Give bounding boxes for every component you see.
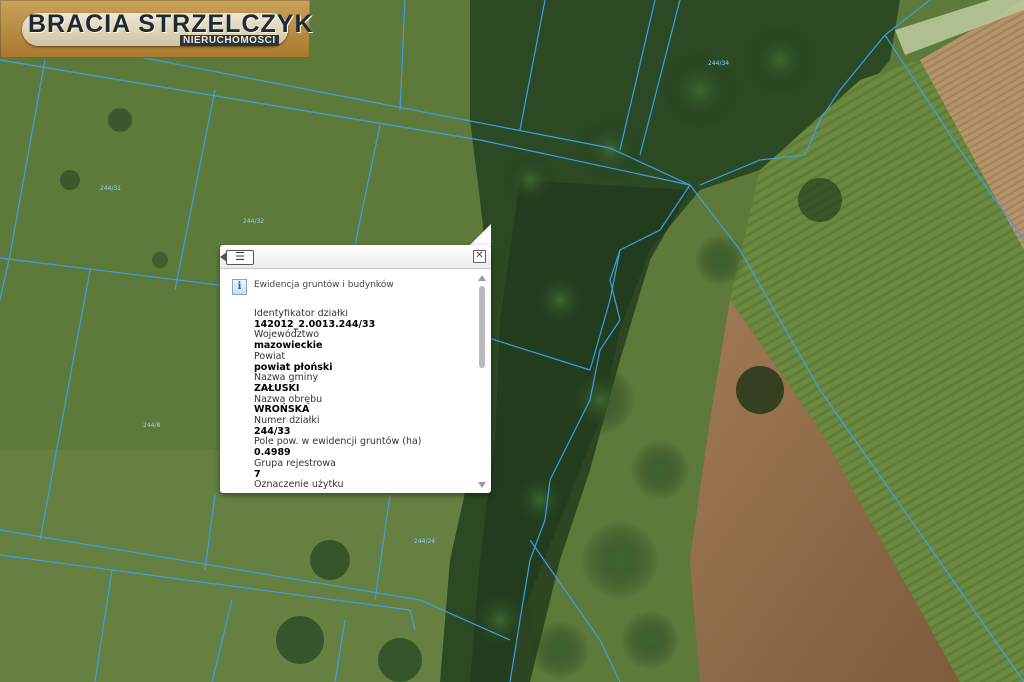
section-title: Ewidencja gruntów i budynków	[254, 280, 394, 290]
info-icon: i	[232, 279, 247, 295]
attribute-list: Identyfikator działki 142012_2.0013.244/…	[254, 309, 474, 489]
logo-subtitle: NIERUCHOMOŚCI	[180, 35, 279, 46]
parcel-label: 244/24	[414, 538, 436, 545]
close-icon[interactable]: ✕	[473, 250, 486, 263]
map-view[interactable]	[0, 0, 1024, 682]
attr-label-land-use: Oznaczenie użytku	[254, 479, 344, 489]
attr-value-voivodeship: mazowieckie	[254, 340, 323, 352]
attr-label-register-group: Grupa rejestrowa	[254, 457, 336, 469]
attr-label-county: Powiat	[254, 350, 286, 362]
parcel-label: 244/34	[708, 60, 730, 67]
scroll-down-icon[interactable]	[478, 482, 486, 488]
parcel-label: 244/32	[243, 218, 265, 225]
popup-pointer	[469, 224, 491, 246]
list-icon[interactable]: ☰	[220, 250, 254, 265]
scroll-thumb[interactable]	[479, 286, 485, 368]
popup-scrollbar[interactable]	[477, 272, 488, 490]
feature-info-popup: ☰ ✕ i Ewidencja gruntów i budynków Ident…	[220, 245, 491, 493]
popup-header: ☰ ✕	[220, 245, 491, 269]
company-logo: BRACIA STRZELCZYK NIERUCHOMOŚCI	[0, 0, 313, 58]
parcel-label: 244/31	[100, 185, 122, 192]
scroll-up-icon[interactable]	[478, 275, 486, 281]
parcel-label: 244/8	[143, 422, 161, 429]
